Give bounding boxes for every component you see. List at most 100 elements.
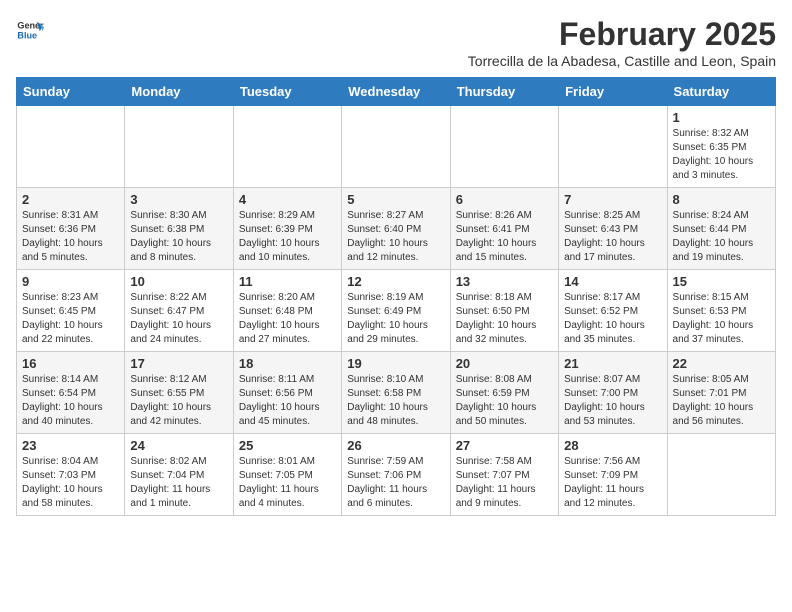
calendar-cell xyxy=(667,434,775,516)
day-info: Sunrise: 8:19 AM Sunset: 6:49 PM Dayligh… xyxy=(347,291,444,347)
calendar-cell: 17Sunrise: 8:12 AM Sunset: 6:55 PM Dayli… xyxy=(125,352,233,434)
calendar-cell: 7 Sunrise: 8:25 AM Sunset: 6:43 PM Daylig… xyxy=(559,188,667,270)
calendar-cell: 11 Sunrise: 8:20 AM Sunset: 6:48 PM Dayli… xyxy=(233,270,341,352)
calendar-cell: 3 Sunrise: 8:30 AM Sunset: 6:38 PM Daylig… xyxy=(125,188,233,270)
weekday-header-friday: Friday xyxy=(559,78,667,106)
calendar-cell: 4 Sunrise: 8:29 AM Sunset: 6:39 PM Daylig… xyxy=(233,188,341,270)
day-info: Sunrise: 8:05 AM Sunset: 7:01 PM Dayligh… xyxy=(673,373,770,429)
calendar: SundayMondayTuesdayWednesdayThursdayFrid… xyxy=(16,77,776,516)
calendar-cell: 26 Sunrise: 7:59 AM Sunset: 7:06 PM Dayli… xyxy=(342,434,450,516)
day-number: 12 xyxy=(347,274,444,289)
day-info: Sunrise: 7:58 AM Sunset: 7:07 PM Dayligh… xyxy=(456,455,553,511)
day-number: 22 xyxy=(673,356,770,371)
calendar-cell xyxy=(233,106,341,188)
calendar-cell: 2Sunrise: 8:31 AM Sunset: 6:36 PM Daylig… xyxy=(17,188,125,270)
calendar-week-2: 2Sunrise: 8:31 AM Sunset: 6:36 PM Daylig… xyxy=(17,188,776,270)
day-number: 28 xyxy=(564,438,661,453)
day-number: 27 xyxy=(456,438,553,453)
weekday-header-row: SundayMondayTuesdayWednesdayThursdayFrid… xyxy=(17,78,776,106)
day-info: Sunrise: 8:26 AM Sunset: 6:41 PM Dayligh… xyxy=(456,209,553,265)
calendar-cell xyxy=(450,106,558,188)
location-title: Torrecilla de la Abadesa, Castille and L… xyxy=(468,53,776,69)
day-info: Sunrise: 7:56 AM Sunset: 7:09 PM Dayligh… xyxy=(564,455,661,511)
day-info: Sunrise: 8:29 AM Sunset: 6:39 PM Dayligh… xyxy=(239,209,336,265)
day-number: 16 xyxy=(22,356,119,371)
day-info: Sunrise: 8:18 AM Sunset: 6:50 PM Dayligh… xyxy=(456,291,553,347)
day-info: Sunrise: 7:59 AM Sunset: 7:06 PM Dayligh… xyxy=(347,455,444,511)
day-info: Sunrise: 8:12 AM Sunset: 6:55 PM Dayligh… xyxy=(130,373,227,429)
day-number: 11 xyxy=(239,274,336,289)
day-number: 1 xyxy=(673,110,770,125)
day-number: 19 xyxy=(347,356,444,371)
day-info: Sunrise: 8:10 AM Sunset: 6:58 PM Dayligh… xyxy=(347,373,444,429)
day-number: 21 xyxy=(564,356,661,371)
day-number: 10 xyxy=(130,274,227,289)
day-info: Sunrise: 8:22 AM Sunset: 6:47 PM Dayligh… xyxy=(130,291,227,347)
calendar-cell: 18 Sunrise: 8:11 AM Sunset: 6:56 PM Dayli… xyxy=(233,352,341,434)
weekday-header-monday: Monday xyxy=(125,78,233,106)
month-title: February 2025 xyxy=(468,16,776,53)
calendar-cell xyxy=(559,106,667,188)
weekday-header-thursday: Thursday xyxy=(450,78,558,106)
logo-icon: General Blue xyxy=(16,16,44,44)
calendar-cell: 22 Sunrise: 8:05 AM Sunset: 7:01 PM Dayli… xyxy=(667,352,775,434)
day-info: Sunrise: 8:30 AM Sunset: 6:38 PM Dayligh… xyxy=(130,209,227,265)
calendar-week-4: 16 Sunrise: 8:14 AM Sunset: 6:54 PM Dayli… xyxy=(17,352,776,434)
day-info: Sunrise: 8:27 AM Sunset: 6:40 PM Dayligh… xyxy=(347,209,444,265)
day-number: 5 xyxy=(347,192,444,207)
weekday-header-sunday: Sunday xyxy=(17,78,125,106)
weekday-header-saturday: Saturday xyxy=(667,78,775,106)
day-info: Sunrise: 8:25 AM Sunset: 6:43 PM Dayligh… xyxy=(564,209,661,265)
day-info: Sunrise: 8:02 AM Sunset: 7:04 PM Dayligh… xyxy=(130,455,227,511)
calendar-cell: 15Sunrise: 8:15 AM Sunset: 6:53 PM Dayli… xyxy=(667,270,775,352)
day-number: 24 xyxy=(130,438,227,453)
calendar-cell: 13 Sunrise: 8:18 AM Sunset: 6:50 PM Dayli… xyxy=(450,270,558,352)
calendar-cell xyxy=(125,106,233,188)
day-number: 4 xyxy=(239,192,336,207)
title-area: February 2025 Torrecilla de la Abadesa, … xyxy=(468,16,776,69)
calendar-cell: 24 Sunrise: 8:02 AM Sunset: 7:04 PM Dayli… xyxy=(125,434,233,516)
day-number: 9 xyxy=(22,274,119,289)
calendar-cell xyxy=(342,106,450,188)
calendar-cell: 27 Sunrise: 7:58 AM Sunset: 7:07 PM Dayli… xyxy=(450,434,558,516)
logo: General Blue xyxy=(16,16,44,44)
day-number: 18 xyxy=(239,356,336,371)
day-number: 26 xyxy=(347,438,444,453)
day-info: Sunrise: 8:14 AM Sunset: 6:54 PM Dayligh… xyxy=(22,373,119,429)
day-info: Sunrise: 8:20 AM Sunset: 6:48 PM Dayligh… xyxy=(239,291,336,347)
day-number: 7 xyxy=(564,192,661,207)
day-info: Sunrise: 8:01 AM Sunset: 7:05 PM Dayligh… xyxy=(239,455,336,511)
day-number: 8 xyxy=(673,192,770,207)
svg-text:Blue: Blue xyxy=(17,30,37,40)
day-number: 6 xyxy=(456,192,553,207)
day-info: Sunrise: 8:07 AM Sunset: 7:00 PM Dayligh… xyxy=(564,373,661,429)
day-number: 15 xyxy=(673,274,770,289)
day-number: 23 xyxy=(22,438,119,453)
calendar-week-5: 23Sunrise: 8:04 AM Sunset: 7:03 PM Dayli… xyxy=(17,434,776,516)
weekday-header-tuesday: Tuesday xyxy=(233,78,341,106)
day-info: Sunrise: 8:32 AM Sunset: 6:35 PM Dayligh… xyxy=(673,127,770,183)
day-info: Sunrise: 8:11 AM Sunset: 6:56 PM Dayligh… xyxy=(239,373,336,429)
calendar-cell: 10 Sunrise: 8:22 AM Sunset: 6:47 PM Dayli… xyxy=(125,270,233,352)
calendar-cell: 16 Sunrise: 8:14 AM Sunset: 6:54 PM Dayli… xyxy=(17,352,125,434)
calendar-week-3: 9 Sunrise: 8:23 AM Sunset: 6:45 PM Daylig… xyxy=(17,270,776,352)
calendar-week-1: 1 Sunrise: 8:32 AM Sunset: 6:35 PM Daylig… xyxy=(17,106,776,188)
calendar-cell: 19 Sunrise: 8:10 AM Sunset: 6:58 PM Dayli… xyxy=(342,352,450,434)
calendar-cell: 20 Sunrise: 8:08 AM Sunset: 6:59 PM Dayli… xyxy=(450,352,558,434)
calendar-cell: 6 Sunrise: 8:26 AM Sunset: 6:41 PM Daylig… xyxy=(450,188,558,270)
calendar-cell: 9 Sunrise: 8:23 AM Sunset: 6:45 PM Daylig… xyxy=(17,270,125,352)
calendar-cell xyxy=(17,106,125,188)
page-header: General Blue February 2025 Torrecilla de… xyxy=(16,16,776,69)
day-number: 13 xyxy=(456,274,553,289)
day-number: 3 xyxy=(130,192,227,207)
day-info: Sunrise: 8:08 AM Sunset: 6:59 PM Dayligh… xyxy=(456,373,553,429)
day-info: Sunrise: 8:23 AM Sunset: 6:45 PM Dayligh… xyxy=(22,291,119,347)
day-number: 20 xyxy=(456,356,553,371)
calendar-cell: 21 Sunrise: 8:07 AM Sunset: 7:00 PM Dayli… xyxy=(559,352,667,434)
calendar-cell: 1 Sunrise: 8:32 AM Sunset: 6:35 PM Daylig… xyxy=(667,106,775,188)
calendar-cell: 28 Sunrise: 7:56 AM Sunset: 7:09 PM Dayli… xyxy=(559,434,667,516)
day-number: 25 xyxy=(239,438,336,453)
calendar-cell: 12 Sunrise: 8:19 AM Sunset: 6:49 PM Dayli… xyxy=(342,270,450,352)
calendar-cell: 5 Sunrise: 8:27 AM Sunset: 6:40 PM Daylig… xyxy=(342,188,450,270)
day-number: 2 xyxy=(22,192,119,207)
